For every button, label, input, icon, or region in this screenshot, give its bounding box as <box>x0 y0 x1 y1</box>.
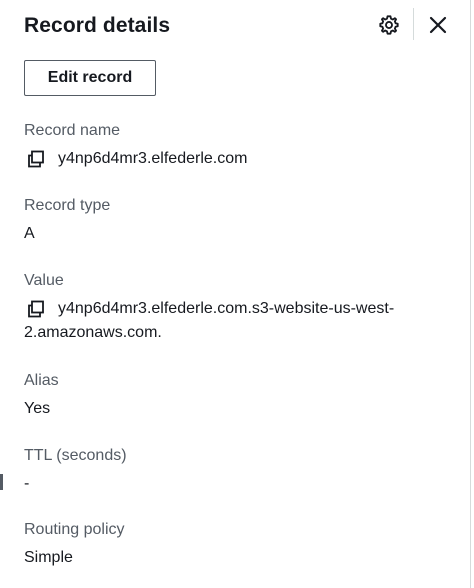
field-label: Record name <box>24 122 121 139</box>
edit-record-button[interactable]: Edit record <box>24 60 156 96</box>
alias-value: Yes <box>24 400 51 417</box>
copy-icon[interactable] <box>26 299 46 319</box>
field-value: Value y4np6d4mr3.elfederle.com.s3-websit… <box>24 270 454 345</box>
field-record-name: Record name y4np6d4mr3.elfederle.com <box>24 120 454 171</box>
record-details-panel: Record details Edit record Record name y… <box>0 0 470 588</box>
value-text-line1: y4np6d4mr3.elfederle.com.s3-website-us-w… <box>58 300 395 317</box>
field-label: Routing policy <box>24 521 125 538</box>
value-first-line: y4np6d4mr3.elfederle.com.s3-website-us-w… <box>24 297 454 321</box>
field-label: Alias <box>24 372 59 389</box>
field-routing-policy: Routing policy Simple <box>24 519 454 570</box>
gear-icon <box>379 15 399 35</box>
copy-icon[interactable] <box>26 149 46 169</box>
field-record-type: Record type A <box>24 195 454 246</box>
close-icon <box>429 16 447 34</box>
panel-right-border <box>470 0 471 588</box>
ttl-value: - <box>24 475 30 492</box>
field-label: TTL (seconds) <box>24 447 127 464</box>
record-name-value: y4np6d4mr3.elfederle.com <box>58 150 248 167</box>
header-divider <box>413 8 414 40</box>
panel-title: Record details <box>24 14 171 37</box>
field-value-block: y4np6d4mr3.elfederle.com.s3-website-us-w… <box>24 297 454 345</box>
settings-button[interactable] <box>376 12 402 38</box>
routing-policy-value: Simple <box>24 549 73 566</box>
record-type-value: A <box>24 225 35 242</box>
field-value-row: y4np6d4mr3.elfederle.com <box>24 147 454 171</box>
field-label: Value <box>24 272 64 289</box>
field-alias: Alias Yes <box>24 370 454 421</box>
close-button[interactable] <box>425 12 451 38</box>
field-label: Record type <box>24 197 111 214</box>
field-ttl: TTL (seconds) - <box>24 445 454 496</box>
value-text-line2: 2.amazonaws.com. <box>24 324 162 341</box>
resize-handle[interactable] <box>0 474 3 490</box>
